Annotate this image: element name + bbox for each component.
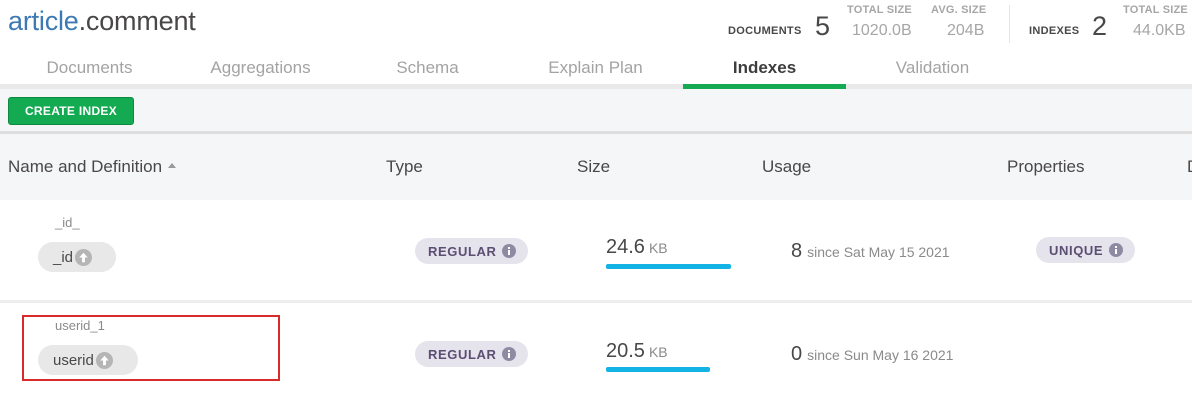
size-unit: KB xyxy=(648,240,668,256)
doc-total-size-value: 1020.0B xyxy=(852,22,912,39)
column-header-size[interactable]: Size xyxy=(577,157,610,177)
size-value: 20.5 xyxy=(606,340,645,362)
info-icon[interactable] xyxy=(502,244,517,258)
index-field-pill: _id xyxy=(38,242,116,272)
tab-explain-plan[interactable]: Explain Plan xyxy=(514,58,677,84)
column-header-drop[interactable]: D xyxy=(1187,157,1192,177)
ascending-arrow-icon xyxy=(75,248,93,266)
index-name: _id_ xyxy=(55,215,80,230)
collection-title: article.comment xyxy=(8,6,196,37)
stats-divider xyxy=(1009,5,1010,43)
size-cell: 24.6 KB xyxy=(606,236,668,259)
property-badge: UNIQUE xyxy=(1036,237,1136,263)
size-bar xyxy=(606,367,710,372)
usage-cell: 8 since Sat May 15 2021 xyxy=(791,240,950,263)
idx-total-size-label: TOTAL SIZE xyxy=(1123,4,1188,16)
idx-total-size-value: 44.0KB xyxy=(1133,22,1186,39)
doc-total-size-label: TOTAL SIZE xyxy=(847,4,912,16)
usage-cell: 0 since Sun May 16 2021 xyxy=(791,343,953,366)
documents-count: 5 xyxy=(815,11,831,41)
sort-ascending-icon xyxy=(168,163,177,168)
indexes-count: 2 xyxy=(1092,11,1108,41)
column-header-name[interactable]: Name and Definition xyxy=(8,157,177,177)
column-header-usage[interactable]: Usage xyxy=(762,157,811,177)
tab-aggregations[interactable]: Aggregations xyxy=(179,58,342,84)
size-value: 24.6 xyxy=(606,236,645,258)
tab-validation[interactable]: Validation xyxy=(851,58,1014,84)
collection-name: .comment xyxy=(78,6,196,36)
doc-avg-size-label: AVG. SIZE xyxy=(931,4,987,16)
info-icon[interactable] xyxy=(1109,243,1124,257)
usage-since: since Sun May 16 2021 xyxy=(807,347,954,363)
documents-label: DOCUMENTS xyxy=(728,25,802,37)
type-badge-label: REGULAR xyxy=(428,243,497,259)
tab-schema[interactable]: Schema xyxy=(346,58,509,84)
database-name[interactable]: article xyxy=(8,6,79,36)
tab-documents[interactable]: Documents xyxy=(0,58,179,84)
highlight-box xyxy=(22,315,280,381)
size-cell: 20.5 KB xyxy=(606,340,668,363)
size-bar xyxy=(606,264,731,269)
type-badge-label: REGULAR xyxy=(428,346,497,362)
info-icon[interactable] xyxy=(502,347,517,361)
tab-indexes[interactable]: Indexes xyxy=(683,58,846,84)
column-header-type[interactable]: Type xyxy=(386,157,423,177)
column-header-name-label: Name and Definition xyxy=(8,157,163,176)
doc-avg-size-value: 204B xyxy=(947,22,985,39)
usage-count: 0 xyxy=(791,343,803,365)
usage-count: 8 xyxy=(791,240,803,262)
column-header-properties[interactable]: Properties xyxy=(1007,157,1084,177)
property-badge-label: UNIQUE xyxy=(1049,242,1104,258)
index-field-name: _id xyxy=(53,248,74,266)
indexes-toolbar xyxy=(0,89,1192,131)
create-index-button[interactable]: CREATE INDEX xyxy=(8,97,134,125)
usage-since: since Sat May 15 2021 xyxy=(807,244,950,260)
type-badge: REGULAR xyxy=(415,341,529,367)
indexes-label: INDEXES xyxy=(1029,25,1080,37)
size-unit: KB xyxy=(648,344,668,360)
table-row xyxy=(0,200,1192,300)
type-badge: REGULAR xyxy=(415,238,529,264)
